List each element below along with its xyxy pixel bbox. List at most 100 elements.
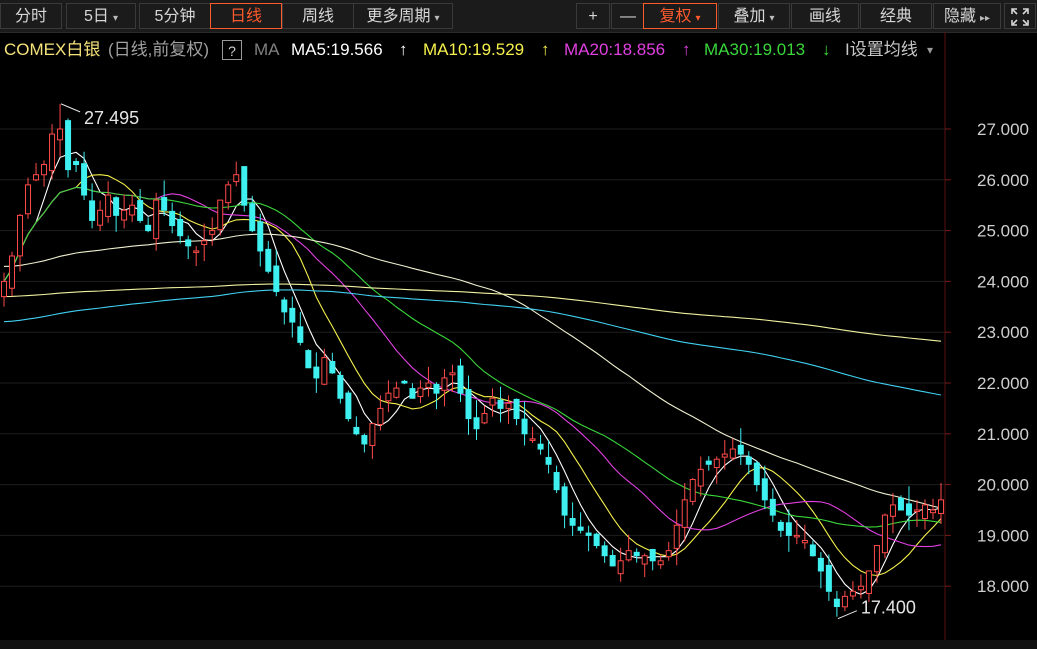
candle-body	[193, 250, 200, 253]
candle-body	[201, 240, 208, 246]
candle-body	[465, 389, 472, 420]
moving-average-lines	[3, 151, 942, 595]
y-tick-label: 26.000	[977, 171, 1029, 190]
candle-body	[217, 199, 224, 231]
y-tick-label: 25.000	[977, 222, 1029, 241]
candle-body	[489, 397, 496, 406]
candle-body	[89, 200, 96, 221]
price-annotations: 27.495 17.400	[60, 103, 916, 620]
candle-body	[313, 366, 320, 379]
candle-body	[841, 595, 848, 608]
low-pointer	[837, 610, 858, 620]
candle-body	[585, 532, 592, 536]
candle-body	[433, 383, 440, 394]
candle-body	[97, 209, 104, 226]
candle-body	[889, 504, 896, 517]
ma10-line	[3, 174, 942, 577]
chart-grid	[0, 32, 951, 640]
ma20-line	[3, 186, 942, 548]
candle-body	[337, 374, 344, 399]
candle-body	[377, 407, 384, 426]
candle-body	[737, 444, 744, 455]
candle-body	[785, 522, 792, 536]
candle-body	[721, 453, 728, 458]
candle-body	[913, 509, 920, 512]
candle-body	[9, 255, 16, 289]
candle-body	[425, 382, 432, 388]
candle-body	[209, 230, 216, 235]
candle-body	[225, 184, 232, 204]
y-tick-label: 24.000	[977, 272, 1029, 291]
candle-body	[145, 224, 152, 232]
candle-body	[305, 350, 312, 369]
candle-body	[609, 555, 616, 567]
candle-body	[641, 555, 648, 565]
ma60-line	[3, 233, 942, 509]
candle-body	[753, 462, 760, 486]
high-pointer	[60, 103, 81, 113]
candle-body	[817, 557, 824, 572]
y-tick-label: 19.000	[977, 526, 1029, 545]
ma5-line	[3, 151, 942, 595]
candle-body	[825, 564, 832, 592]
candle-body	[441, 377, 448, 391]
candle-body	[745, 456, 752, 465]
candle-body	[49, 133, 56, 172]
candle-body	[33, 174, 40, 181]
ma120-line	[3, 289, 942, 396]
candle-body	[73, 161, 80, 166]
candle-body	[241, 166, 248, 206]
scroll-track[interactable]	[0, 640, 1037, 649]
y-tick-label: 27.000	[977, 120, 1029, 139]
candle-body	[601, 545, 608, 557]
candle-body	[657, 560, 664, 566]
candle-body	[273, 265, 280, 293]
y-axis: 27.000 26.000 25.000 24.000 23.000 22.000 21.0…	[977, 120, 1029, 596]
candle-body	[345, 392, 352, 420]
candle-body	[129, 204, 136, 216]
candle-body	[105, 194, 112, 217]
candle-body	[25, 184, 32, 215]
candle-body	[633, 551, 640, 557]
candle-body	[265, 248, 272, 272]
candle-body	[169, 210, 176, 227]
candle-body	[289, 307, 296, 323]
candle-body	[833, 598, 840, 608]
candle-body	[329, 361, 336, 374]
candle-body	[593, 533, 600, 547]
candle-body	[577, 526, 584, 531]
candle-body	[673, 524, 680, 549]
candle-body	[793, 534, 800, 538]
candle-body	[625, 550, 632, 561]
candle-body	[713, 458, 720, 468]
candlestick-chart[interactable]: 27.000 26.000 25.000 24.000 23.000 22.000 21.0…	[0, 0, 1037, 649]
candle-body	[473, 417, 480, 430]
candle-body	[505, 402, 512, 409]
ma30-line	[3, 186, 942, 528]
candle-body	[729, 448, 736, 459]
candle-body	[529, 438, 536, 441]
candle-body	[761, 478, 768, 501]
candle-body	[161, 197, 168, 211]
candle-body	[857, 585, 864, 591]
candle-body	[401, 380, 408, 384]
candle-body	[137, 200, 144, 221]
candle-body	[938, 499, 944, 515]
candle-body	[121, 209, 128, 221]
candle-body	[545, 457, 552, 465]
y-tick-label: 20.000	[977, 476, 1029, 495]
candle-body	[409, 388, 416, 399]
candle-body	[689, 479, 696, 502]
candle-body	[665, 550, 672, 558]
candle-body	[449, 372, 456, 376]
candle-body	[281, 299, 288, 313]
candle-body	[41, 164, 48, 176]
low-label: 17.400	[861, 598, 916, 618]
y-tick-label: 18.000	[977, 577, 1029, 596]
candle-body	[385, 392, 392, 402]
candle-body	[257, 221, 264, 252]
candle-body	[697, 468, 704, 487]
candle-body	[569, 518, 576, 526]
candle-body	[921, 504, 928, 520]
high-label: 27.495	[84, 108, 139, 128]
